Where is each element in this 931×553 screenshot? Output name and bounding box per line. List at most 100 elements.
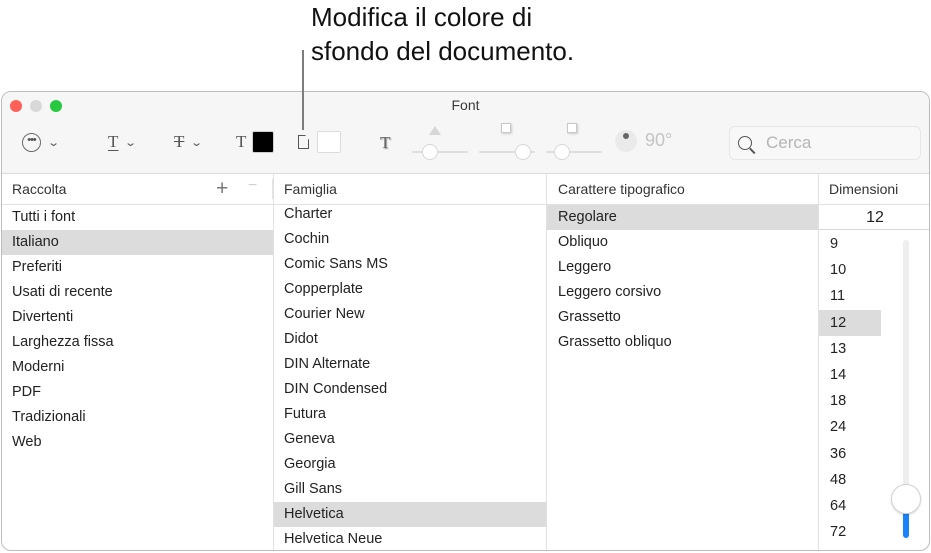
search-input[interactable] [766, 133, 906, 153]
family-header: Famiglia [274, 174, 546, 205]
list-item[interactable]: 10 [819, 257, 881, 283]
search-icon [738, 136, 752, 150]
list-item[interactable]: 48 [819, 467, 881, 493]
toolbar: Font ••• ⌄ T ⌄ T ⌄ T T 90° Cerca [2, 92, 929, 174]
text-color-icon: T [236, 132, 247, 151]
shadow-opacity-slider[interactable] [412, 140, 468, 164]
size-header-label: Dimensioni [829, 181, 899, 197]
family-column: Famiglia Charter Cochin Comic Sans MS Coppe… [274, 174, 547, 550]
callout-line-1: Modifica il colore di [311, 2, 533, 32]
list-item[interactable]: Web [2, 430, 273, 455]
list-item[interactable]: DIN Condensed [274, 377, 546, 402]
list-item[interactable]: 14 [819, 362, 881, 388]
list-item[interactable]: Divertenti [2, 305, 273, 330]
list-item[interactable]: 12 [819, 309, 881, 336]
list-item[interactable]: Georgia [274, 452, 546, 477]
size-input[interactable]: 12 [819, 205, 929, 230]
chevron-down-icon: ⌄ [124, 136, 138, 149]
offset-square-icon [567, 123, 577, 133]
list-item[interactable]: Moderni [2, 355, 273, 380]
list-item[interactable]: Cochin [274, 227, 546, 252]
add-collection-button[interactable]: + [216, 177, 228, 201]
slider-thumb[interactable] [422, 144, 438, 160]
list-item[interactable]: 13 [819, 336, 881, 362]
slider-thumb[interactable] [515, 144, 531, 160]
typeface-header-label: Carattere tipografico [558, 181, 685, 197]
shadow-blur-slider[interactable] [479, 140, 535, 164]
column-divider[interactable] [272, 179, 273, 199]
list-item[interactable]: Copperplate [274, 277, 546, 302]
list-item[interactable]: Charter [274, 202, 546, 227]
list-item[interactable]: 24 [819, 414, 881, 440]
window-title: Font [451, 97, 480, 113]
shadow-offset-slider[interactable] [546, 140, 602, 164]
list-item[interactable]: 11 [819, 283, 881, 309]
list-item[interactable]: Futura [274, 402, 546, 427]
list-item[interactable]: Leggero corsivo [547, 280, 818, 305]
list-item[interactable]: 18 [819, 388, 881, 414]
list-item[interactable]: 9 [819, 231, 881, 257]
document-color-swatch[interactable] [317, 131, 341, 153]
list-item[interactable]: Leggero [547, 255, 818, 280]
chevron-down-icon: ⌄ [190, 136, 204, 149]
font-panel-window: Font ••• ⌄ T ⌄ T ⌄ T T 90° Cerca Raccolt… [1, 91, 930, 551]
shadow-angle-dial[interactable] [615, 130, 637, 152]
list-item[interactable]: Usati di recente [2, 280, 273, 305]
list-item[interactable]: Italiano [2, 230, 273, 255]
collection-header-label: Raccolta [12, 181, 67, 197]
typeface-list: Regolare Obliquo Leggero Leggero corsivo Gra… [547, 205, 818, 550]
text-color-control: T [236, 130, 275, 154]
blur-square-icon [501, 123, 511, 133]
search-field[interactable] [729, 126, 921, 160]
list-item[interactable]: Helvetica Neue [274, 527, 546, 550]
list-item[interactable]: Tutti i font [2, 205, 273, 230]
slider-thumb[interactable] [554, 144, 570, 160]
list-item[interactable]: Preferiti [2, 255, 273, 280]
document-icon [298, 135, 309, 149]
dial-indicator [623, 133, 629, 139]
family-list: Charter Cochin Comic Sans MS Copperplate Cou… [274, 202, 546, 550]
text-shadow-button[interactable]: T [380, 132, 390, 154]
callout-pointer-line [302, 50, 304, 130]
list-item[interactable]: Comic Sans MS [274, 252, 546, 277]
underline-icon: T [108, 132, 119, 151]
list-item[interactable]: Tradizionali [2, 405, 273, 430]
list-item[interactable]: Helvetica [274, 502, 546, 527]
family-header-label: Famiglia [284, 181, 337, 197]
list-item[interactable]: Didot [274, 327, 546, 352]
list-item[interactable]: Obliquo [547, 230, 818, 255]
list-item[interactable]: Grassetto [547, 305, 818, 330]
size-column: Dimensioni 12 9 10 11 12 13 14 18 24 36 48 64 72 [819, 174, 929, 550]
strikethrough-menu-button[interactable]: T ⌄ [174, 130, 204, 154]
list-item[interactable]: Larghezza fissa [2, 330, 273, 355]
underline-menu-button[interactable]: T ⌄ [108, 130, 138, 154]
callout-line-2: sfondo del documento. [311, 36, 575, 66]
list-item[interactable]: Courier New [274, 302, 546, 327]
list-item[interactable]: 64 [819, 493, 881, 519]
list-item[interactable]: Gill Sans [274, 477, 546, 502]
typeface-column: Carattere tipografico Regolare Obliquo Leg… [547, 174, 819, 550]
size-slider-thumb[interactable] [891, 484, 921, 515]
size-header: Dimensioni [819, 174, 929, 205]
list-item[interactable]: Geneva [274, 427, 546, 452]
annotation-callout: Modifica il colore di sfondo del documen… [311, 0, 574, 68]
list-item[interactable]: PDF [2, 380, 273, 405]
size-slider[interactable] [891, 240, 921, 538]
list-item[interactable]: Grassetto obliquo [547, 330, 818, 355]
shadow-angle-value: 90° [645, 130, 673, 150]
opacity-triangle-icon [429, 126, 441, 135]
list-item[interactable]: 72 [819, 519, 881, 545]
remove-collection-button[interactable]: − [248, 177, 257, 195]
text-color-swatch[interactable] [252, 131, 275, 153]
chevron-down-icon: ⌄ [47, 136, 61, 149]
list-item[interactable]: 36 [819, 441, 881, 467]
text-shadow-icon: T [380, 133, 391, 152]
size-list: 9 10 11 12 13 14 18 24 36 48 64 72 [819, 231, 881, 550]
list-item[interactable]: DIN Alternate [274, 352, 546, 377]
collection-header: Raccolta + − [2, 174, 273, 205]
typeface-header: Carattere tipografico [547, 174, 818, 205]
list-item[interactable]: Regolare [547, 205, 818, 230]
strikethrough-icon: T [174, 132, 185, 151]
collection-list: Tutti i font Italiano Preferiti Usati di re… [2, 205, 273, 550]
actions-menu-button[interactable]: ••• ⌄ [22, 130, 61, 154]
